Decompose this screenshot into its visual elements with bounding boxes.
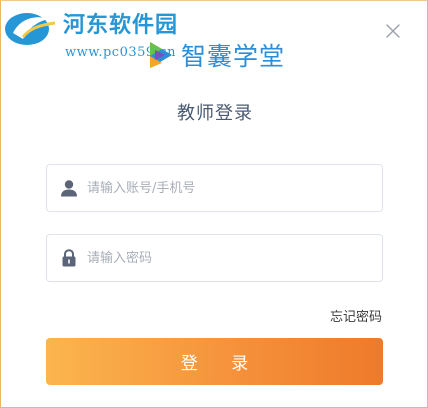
account-field[interactable] — [46, 164, 383, 212]
watermark-site-name: 河东软件园 — [63, 12, 179, 38]
login-dialog: 河东软件园 www.pc0359.cn 智囊学堂 教师登录 忘记密码 登 录 — [0, 0, 428, 408]
brand-name: 智囊学堂 — [181, 42, 286, 71]
password-field[interactable] — [46, 234, 383, 282]
forgot-password-link[interactable]: 忘记密码 — [330, 306, 382, 325]
page-title: 教师登录 — [177, 103, 253, 124]
brand-logo: 智囊学堂 — [143, 37, 285, 73]
watermark-logo-icon — [5, 13, 56, 45]
login-button[interactable]: 登 录 — [46, 338, 383, 385]
account-input[interactable] — [87, 173, 367, 203]
close-icon[interactable] — [384, 22, 402, 40]
lock-icon — [62, 249, 76, 267]
user-icon — [61, 180, 77, 197]
password-input[interactable] — [87, 243, 367, 273]
play-logo-icon — [150, 42, 172, 68]
